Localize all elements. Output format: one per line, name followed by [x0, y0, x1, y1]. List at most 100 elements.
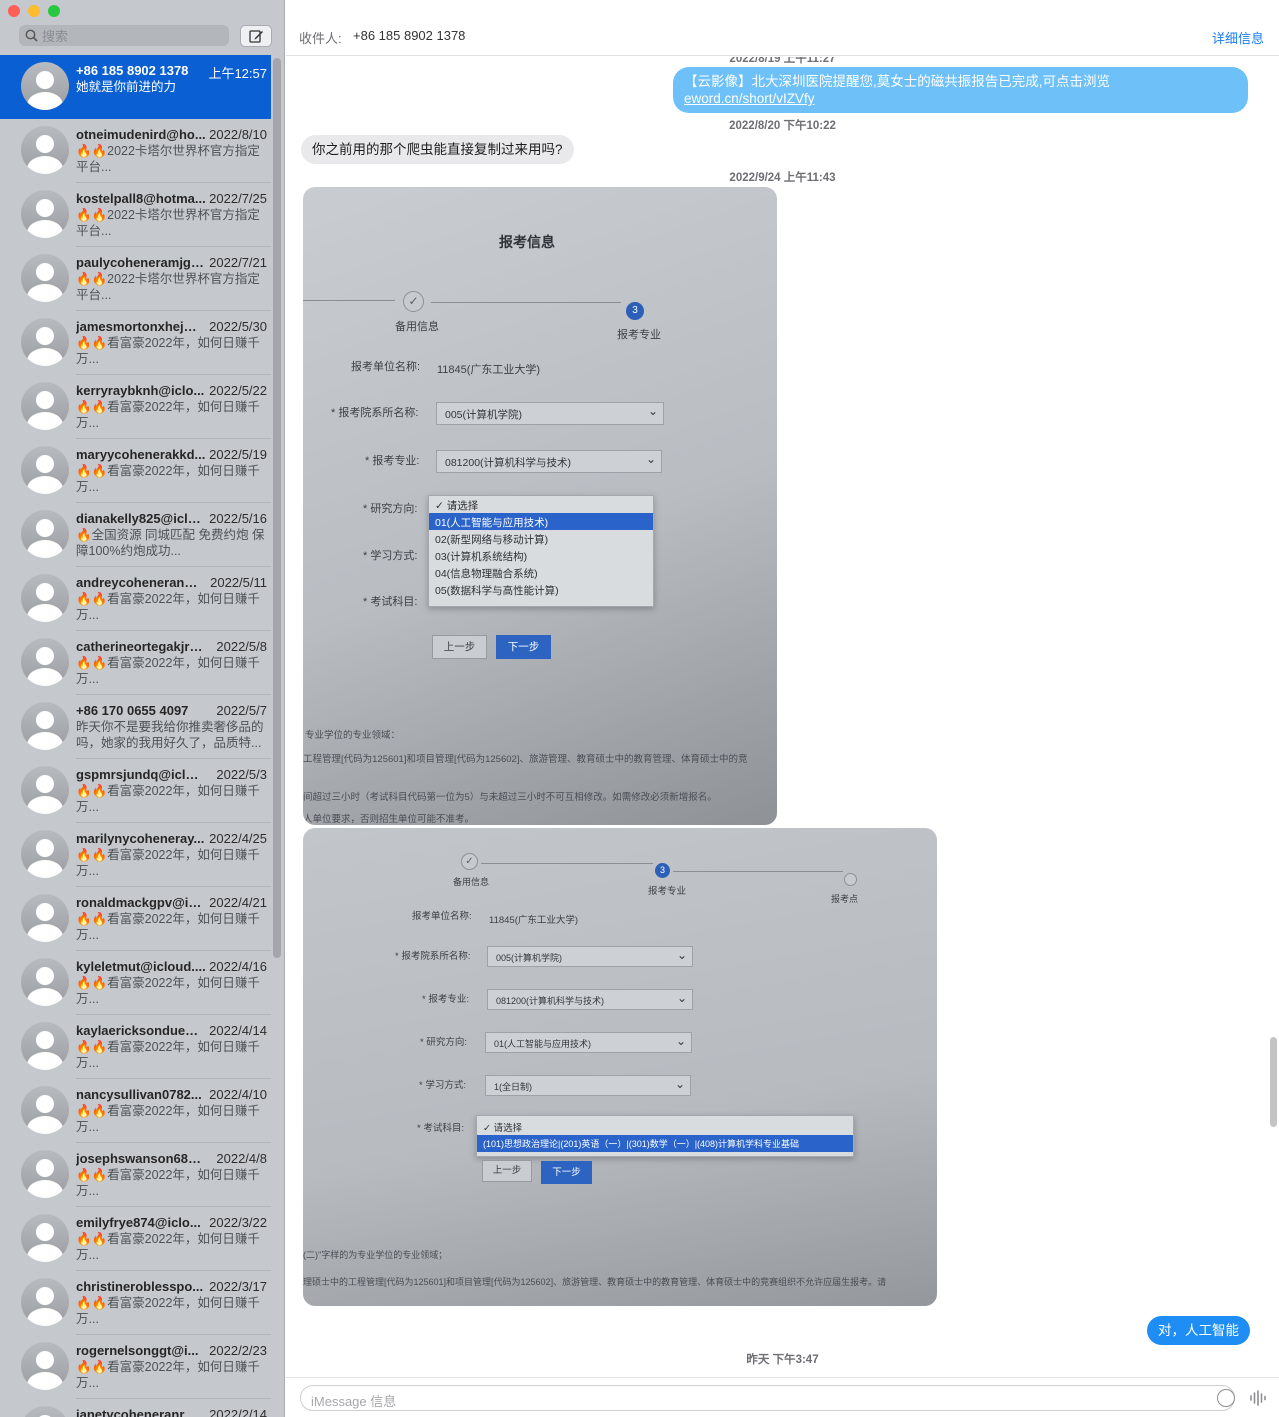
progress-line	[481, 863, 653, 864]
avatar	[21, 382, 69, 430]
form-select: 081200(计算机科学与技术)	[487, 989, 693, 1010]
conversation-item[interactable]: josephswanson687... 2022/4/8 🔥🔥看富豪2022年，如何…	[0, 1143, 271, 1207]
form-select: 1(全日制)	[485, 1075, 691, 1096]
conversation-item[interactable]: +86 185 8902 1378 上午12:57 她就是你前进的力	[0, 55, 271, 119]
conversation-item[interactable]: nancysullivan0782... 2022/4/10 🔥🔥看富豪2022年，…	[0, 1079, 271, 1143]
avatar-body	[27, 156, 63, 174]
conversation-preview: 🔥🔥看富豪2022年，如何日赚千万...	[76, 464, 260, 494]
avatar-body	[27, 1244, 63, 1262]
conversation-date: 2022/5/11	[210, 575, 267, 590]
avatar-head	[36, 903, 54, 921]
conversation-name: josephswanson687...	[76, 1151, 206, 1166]
close-window-button[interactable]	[8, 5, 20, 17]
sidebar-scrollbar[interactable]	[273, 58, 281, 958]
photo-attachment[interactable]: ✓ 3 备用信息 报考专业 报考点 报考单位名称: 11845(广东工业大学) …	[303, 828, 937, 1306]
photo-note: 人单位要求，否则招生单位可能不准考。	[303, 814, 475, 825]
form-label: * 学习方式:	[363, 550, 418, 562]
recipient-value[interactable]: +86 185 8902 1378	[353, 28, 465, 43]
conversation-item[interactable]: maryycohenerakkd... 2022/5/19 🔥🔥看富豪2022年，如…	[0, 439, 271, 503]
audio-waveform-icon[interactable]	[1249, 1389, 1267, 1407]
avatar-head	[36, 135, 54, 153]
dropdown-option: 03(计算机系统结构)	[435, 551, 528, 563]
avatar-head	[36, 263, 54, 281]
conversation-name: otneimudenird@ho...	[76, 127, 206, 142]
avatar-body	[27, 284, 63, 302]
conversation-item[interactable]: dianakelly825@iclo... 2022/5/16 🔥全国资源 同城匹配…	[0, 503, 271, 567]
conversation-name: ronaldmackgpv@icl...	[76, 895, 206, 910]
sms-text: 【云影像】北大深圳医院提醒您,莫女士的磁共振报告已完成,可点击浏览	[684, 74, 1111, 89]
photo-attachment[interactable]: 报考信息 ✓ 3 备用信息 报考专业 报考单位名称: 11845(广东工业大学)…	[303, 187, 777, 825]
avatar-head	[36, 1095, 54, 1113]
conversation-item[interactable]: paulycoheneramjgs... 2022/7/21 🔥🔥2022卡塔尔世界…	[0, 247, 271, 311]
step-number: 3	[626, 302, 644, 320]
message-bubble-incoming[interactable]: 你之前用的那个爬虫能直接复制过来用吗?	[301, 135, 574, 164]
conversation-name: maryycohenerakkd...	[76, 447, 206, 462]
sms-bubble-outgoing[interactable]: 【云影像】北大深圳医院提醒您,莫女士的磁共振报告已完成,可点击浏览 eword.…	[673, 67, 1248, 113]
zoom-window-button[interactable]	[48, 5, 60, 17]
conversation-item[interactable]: jamesmortonxhej@... 2022/5/30 🔥🔥看富豪2022年，如…	[0, 311, 271, 375]
conversation-name: andreycoheneranwi...	[76, 575, 206, 590]
avatar	[21, 254, 69, 302]
avatar	[21, 510, 69, 558]
avatar-body	[27, 1308, 63, 1326]
conversation-item[interactable]: emilyfrye874@iclo... 2022/3/22 🔥🔥看富豪2022年，…	[0, 1207, 271, 1271]
next-step-button: 下一步	[541, 1161, 592, 1184]
avatar-head	[36, 327, 54, 345]
conversation-item[interactable]: rogernelsonggt@i... 2022/2/23 🔥🔥看富豪2022年，如…	[0, 1335, 271, 1399]
conversation-date: 2022/4/21	[209, 895, 267, 910]
conversation-item[interactable]: catherineortegakjra... 2022/5/8 🔥🔥看富豪2022年…	[0, 631, 271, 695]
form-label: 报考单位名称:	[412, 911, 472, 922]
conversation-item[interactable]: gspmrsjundq@iclou... 2022/5/3 🔥🔥看富豪2022年，如…	[0, 759, 271, 823]
conversation-list: +86 185 8902 1378 上午12:57 她就是你前进的力 otneimud…	[0, 55, 271, 1417]
conversation-item[interactable]: +86 170 0655 4097 2022/5/7 昨天你不是要我给你推卖奢侈品的…	[0, 695, 271, 759]
avatar-head	[36, 1031, 54, 1049]
conversation-item[interactable]: kaylaericksondue@... 2022/4/14 🔥🔥看富豪2022年，…	[0, 1015, 271, 1079]
progress-line	[303, 300, 395, 301]
step-label: 报考专业	[617, 329, 661, 341]
conversation-item[interactable]: otneimudenird@ho... 2022/8/10 🔥🔥2022卡塔尔世界杯…	[0, 119, 271, 183]
dropdown-option: ✓ 请选择	[435, 500, 479, 512]
avatar-body	[27, 540, 63, 558]
details-button[interactable]: 详细信息	[1212, 28, 1264, 47]
avatar-body	[27, 1180, 63, 1198]
search-input[interactable]: 搜索	[19, 25, 229, 46]
conversation-date: 2022/5/22	[209, 383, 267, 398]
conversation-item[interactable]: kostelpall8@hotma... 2022/7/25 🔥🔥2022卡塔尔世界…	[0, 183, 271, 247]
avatar-body	[27, 92, 63, 110]
avatar-head	[36, 839, 54, 857]
emoji-icon[interactable]	[1217, 1389, 1235, 1407]
conversation-preview: 🔥🔥看富豪2022年，如何日赚千万...	[76, 912, 260, 942]
minimize-window-button[interactable]	[28, 5, 40, 17]
form-select: 005(计算机学院)	[436, 402, 664, 425]
avatar-head	[36, 711, 54, 729]
prev-step-button: 上一步	[432, 635, 487, 659]
step-circle	[844, 873, 857, 886]
dropdown-option: 01(人工智能与应用技术)	[429, 513, 653, 530]
compose-button[interactable]	[240, 25, 272, 47]
conversation-preview: 🔥🔥看富豪2022年，如何日赚千万...	[76, 784, 260, 814]
message-bubble-outgoing[interactable]: 对，人工智能	[1147, 1316, 1250, 1345]
conversation-preview: 🔥🔥看富豪2022年，如何日赚千万...	[76, 656, 260, 686]
conversation-item[interactable]: marilynycoheneray... 2022/4/25 🔥🔥看富豪2022年，…	[0, 823, 271, 887]
form-label: * 报考院系所名称:	[331, 407, 419, 419]
conversation-name: gspmrsjundq@iclou...	[76, 767, 206, 782]
avatar-body	[27, 732, 63, 750]
conversation-item[interactable]: kyleletmut@icloud.... 2022/4/16 🔥🔥看富豪2022年…	[0, 951, 271, 1015]
conversation-item[interactable]: janetycoheneranr@... 2022/2/14	[0, 1399, 271, 1417]
conversation-name: emilyfrye874@iclo...	[76, 1215, 201, 1230]
message-input[interactable]: iMessage 信息	[300, 1385, 1235, 1411]
conversation-item[interactable]: ronaldmackgpv@icl... 2022/4/21 🔥🔥看富豪2022年，…	[0, 887, 271, 951]
conversation-item[interactable]: kerryraybknh@iclo... 2022/5/22 🔥🔥看富豪2022年，…	[0, 375, 271, 439]
conversation-preview: 🔥🔥2022卡塔尔世界杯官方指定平台...	[76, 144, 260, 174]
conversation-preview: 🔥🔥看富豪2022年，如何日赚千万...	[76, 1040, 260, 1070]
avatar	[21, 318, 69, 366]
progress-line	[431, 302, 621, 303]
conversation-name: christineroblesspo...	[76, 1279, 204, 1294]
conversation-item[interactable]: andreycoheneranwi... 2022/5/11 🔥🔥看富豪2022年，…	[0, 567, 271, 631]
avatar-body	[27, 476, 63, 494]
transcript-scrollbar[interactable]	[1270, 1037, 1277, 1127]
sms-link[interactable]: eword.cn/short/vIZVfy	[684, 91, 815, 106]
avatar-body	[27, 924, 63, 942]
conversation-item[interactable]: christineroblesspo... 2022/3/17 🔥🔥看富豪2022年…	[0, 1271, 271, 1335]
conversation-date: 2022/3/17	[209, 1279, 267, 1294]
